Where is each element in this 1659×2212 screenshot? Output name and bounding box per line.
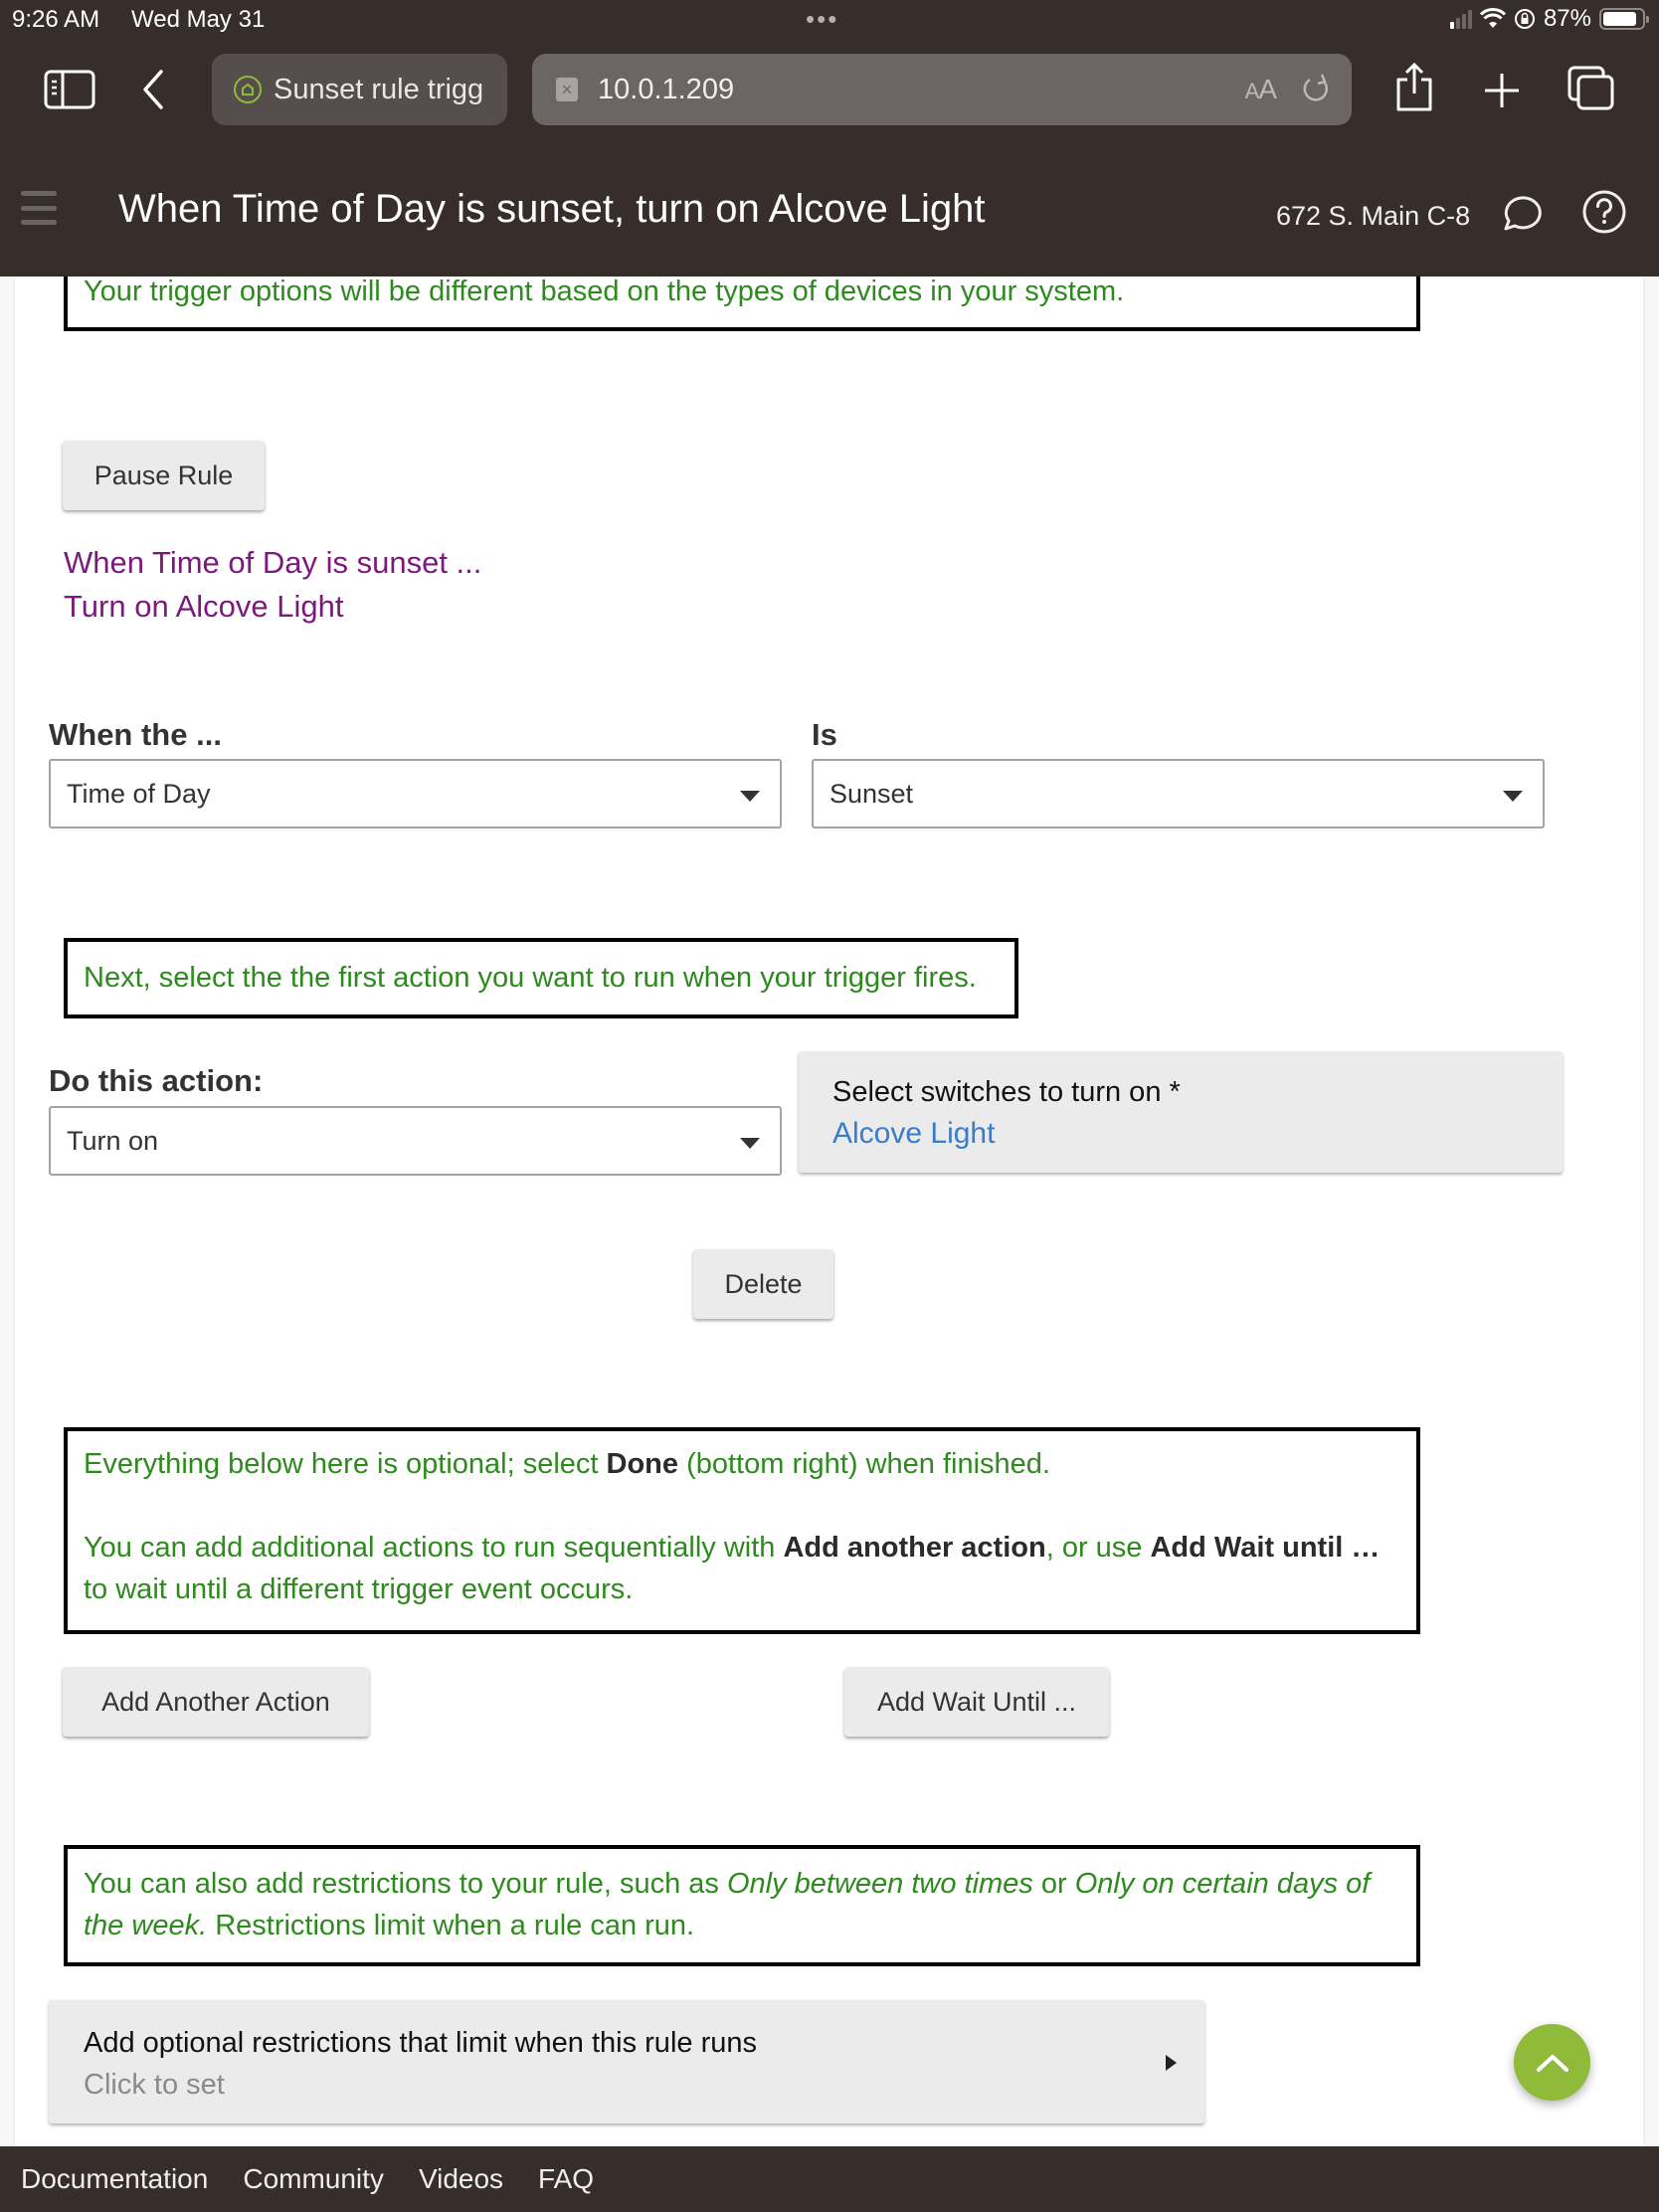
restrictions-note-box: You can also add restrictions to your ru…: [64, 1845, 1420, 1966]
footer-link-documentation[interactable]: Documentation: [21, 2163, 208, 2195]
add-restrictions-card[interactable]: Add optional restrictions that limit whe…: [49, 2000, 1204, 2123]
dropdown-caret-icon: [740, 1138, 760, 1149]
pause-rule-label: Pause Rule: [93, 460, 234, 490]
battery-percent: 87%: [1543, 5, 1591, 32]
reader-mode-button[interactable]: AA: [1245, 74, 1277, 105]
app-header: When Time of Day is sunset, turn on Alco…: [0, 139, 1659, 276]
trigger-capability-value: Time of Day: [67, 778, 211, 809]
hub-name[interactable]: 672 S. Main C-8: [1276, 201, 1470, 232]
action-note-text: Next, select the the first action you wa…: [84, 962, 977, 994]
battery-icon: [1599, 8, 1649, 30]
footer-link-community[interactable]: Community: [243, 2163, 384, 2195]
footer-nav: Documentation Community Videos FAQ: [0, 2146, 1659, 2212]
action-type-select[interactable]: Turn on: [49, 1106, 782, 1176]
rule-summary-trigger: When Time of Day is sunset ...: [64, 545, 482, 580]
expand-arrow-icon: [1166, 2055, 1177, 2071]
trigger-state-value: Sunset: [830, 778, 914, 809]
sidebar-toggle-icon[interactable]: [44, 70, 95, 109]
dropdown-caret-icon: [740, 791, 760, 802]
stop-loading-icon[interactable]: ×: [556, 78, 578, 101]
new-tab-plus-icon[interactable]: [1483, 72, 1521, 109]
add-restrictions-subtitle: Click to set: [84, 2069, 225, 2101]
optional-note-line1: Everything below here is optional; selec…: [84, 1448, 1050, 1480]
tab-title: Sunset rule trigg: [274, 73, 484, 105]
status-date: Wed May 31: [131, 6, 266, 33]
chat-bubble-icon[interactable]: [1498, 191, 1542, 235]
back-chevron-icon[interactable]: [141, 70, 165, 109]
when-the-label: When the ...: [49, 717, 222, 752]
status-time: 9:26 AM: [12, 6, 100, 33]
trigger-note-box: Your trigger options will be different b…: [64, 276, 1420, 331]
browser-chrome: 9:26 AM Wed May 31 ••• 87% Sunset rule t…: [0, 0, 1659, 139]
status-indicators: 87%: [1449, 5, 1649, 33]
page-title: When Time of Day is sunset, turn on Alco…: [118, 187, 986, 231]
delete-action-button[interactable]: Delete: [693, 1249, 833, 1319]
add-another-action-button[interactable]: Add Another Action: [63, 1667, 369, 1737]
share-icon[interactable]: [1394, 62, 1434, 113]
menu-hamburger-icon[interactable]: [21, 191, 57, 225]
cellular-signal-icon: [1449, 9, 1472, 29]
help-question-icon[interactable]: [1581, 189, 1627, 235]
url-text[interactable]: 10.0.1.209: [598, 74, 1245, 106]
reload-icon[interactable]: [1300, 72, 1332, 107]
select-switches-card[interactable]: Select switches to turn on * Alcove Ligh…: [799, 1051, 1563, 1173]
selected-switch-link[interactable]: Alcove Light: [832, 1113, 1529, 1155]
orientation-lock-icon: [1514, 9, 1535, 29]
do-this-action-label: Do this action:: [49, 1063, 264, 1098]
browser-tab[interactable]: Sunset rule trigg: [212, 54, 507, 125]
rule-summary: When Time of Day is sunset ... Turn on A…: [64, 541, 481, 629]
select-switches-prompt: Select switches to turn on *: [832, 1076, 1181, 1108]
dropdown-caret-icon: [1503, 791, 1523, 802]
tab-overview-icon[interactable]: [1567, 66, 1615, 111]
scroll-to-top-button[interactable]: [1514, 2024, 1590, 2101]
wifi-icon: [1479, 8, 1506, 28]
trigger-note-text: Your trigger options will be different b…: [84, 276, 1125, 307]
trigger-state-select[interactable]: Sunset: [812, 759, 1545, 829]
hubitat-favicon-icon: [234, 76, 262, 103]
add-another-action-label: Add Another Action: [101, 1686, 330, 1717]
action-type-value: Turn on: [67, 1125, 159, 1156]
is-label: Is: [812, 717, 837, 752]
footer-link-videos[interactable]: Videos: [419, 2163, 503, 2195]
footer-link-faq[interactable]: FAQ: [538, 2163, 594, 2195]
pause-rule-button[interactable]: Pause Rule: [63, 441, 265, 510]
rule-summary-action: Turn on Alcove Light: [64, 589, 344, 624]
optional-note-box: Everything below here is optional; selec…: [64, 1427, 1420, 1634]
optional-note-line2: You can add additional actions to run se…: [84, 1532, 1381, 1605]
trigger-capability-select[interactable]: Time of Day: [49, 759, 782, 829]
delete-action-label: Delete: [724, 1268, 803, 1299]
chevron-up-icon: [1536, 2054, 1568, 2072]
multitasking-dots-icon[interactable]: •••: [806, 4, 838, 35]
add-wait-until-button[interactable]: Add Wait Until ...: [844, 1667, 1109, 1737]
add-wait-until-label: Add Wait Until ...: [876, 1686, 1077, 1717]
add-restrictions-title: Add optional restrictions that limit whe…: [84, 2027, 757, 2059]
rule-editor-content: Your trigger options will be different b…: [15, 276, 1643, 2146]
address-bar[interactable]: × 10.0.1.209 AA: [532, 54, 1352, 125]
action-note-box: Next, select the the first action you wa…: [64, 938, 1018, 1018]
